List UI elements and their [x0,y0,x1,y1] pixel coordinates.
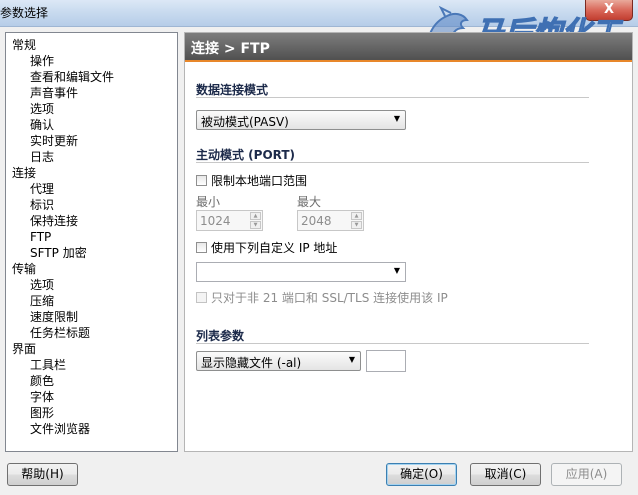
spinner-buttons[interactable]: ▲ ▼ [351,212,362,229]
data-mode-value: 被动模式(PASV) [201,115,289,129]
cancel-button[interactable]: 取消(C) [470,463,541,486]
ok-button[interactable]: 确定(O) [386,463,457,486]
spin-down-icon[interactable]: ▼ [351,221,362,229]
spin-down-icon[interactable]: ▼ [250,221,261,229]
min-port-label: 最小 [196,195,221,209]
tree-item-sound-events[interactable]: 声音事件 [30,85,78,101]
checkbox-box[interactable] [196,175,207,186]
min-port-value: 1024 [200,214,231,228]
list-params-value: 显示隐藏文件 (-al) [201,356,302,370]
active-mode-heading: 主动模式 (PORT) [196,148,296,162]
tree-item-identity[interactable]: 标识 [30,197,54,213]
chevron-down-icon: ▼ [393,114,400,123]
chevron-down-icon: ▼ [348,355,355,364]
tree-item-general-options[interactable]: 选项 [30,101,54,117]
custom-ip-select[interactable]: ▼ [196,262,406,282]
spin-up-icon[interactable]: ▲ [351,212,362,220]
tree-item-proxy[interactable]: 代理 [30,181,54,197]
apply-button[interactable]: 应用(A) [551,463,622,486]
divider [196,343,589,344]
tree-item-confirm[interactable]: 确认 [30,117,54,133]
tree-item-interface[interactable]: 界面 [12,341,36,357]
list-params-heading: 列表参数 [196,329,245,343]
close-button[interactable]: X [585,0,633,21]
checkbox-box[interactable] [196,242,207,253]
tree-item-keepalive[interactable]: 保持连接 [30,213,78,229]
title-bar: 参数选择 X [0,0,638,27]
list-params-select[interactable]: 显示隐藏文件 (-al) ▼ [196,351,361,371]
min-port-spinner[interactable]: 1024 ▲ ▼ [196,210,263,231]
tree-item-transfer[interactable]: 传输 [12,261,36,277]
data-mode-heading: 数据连接模式 [196,83,269,97]
tree-item-graphics[interactable]: 图形 [30,405,54,421]
tree-item-colors[interactable]: 颜色 [30,373,54,389]
tree-item-general[interactable]: 常规 [12,37,36,53]
tree-item-log[interactable]: 日志 [30,149,54,165]
checkbox-box[interactable] [196,292,207,303]
list-params-input[interactable] [366,350,406,372]
divider [196,97,589,98]
custom-ip-label: 使用下列自定义 IP 地址 [211,241,338,255]
max-port-value: 2048 [301,214,332,228]
help-button[interactable]: 帮助(H) [7,463,78,486]
limit-ports-label: 限制本地端口范围 [211,174,308,188]
tree-item-live-update[interactable]: 实时更新 [30,133,78,149]
page-title: 连接 > FTP [191,41,270,57]
panel-header: 连接 > FTP [185,33,632,62]
settings-panel: 连接 > FTP 数据连接模式 被动模式(PASV) ▼ 主动模式 (PORT)… [184,32,633,452]
spinner-buttons[interactable]: ▲ ▼ [250,212,261,229]
tree-item-fonts[interactable]: 字体 [30,389,54,405]
tree-item-taskbar-title[interactable]: 任务栏标题 [30,325,90,341]
max-port-spinner[interactable]: 2048 ▲ ▼ [297,210,364,231]
tree-item-file-browser[interactable]: 文件浏览器 [30,421,90,437]
spin-up-icon[interactable]: ▲ [250,212,261,220]
tree-item-operations[interactable]: 操作 [30,53,54,69]
data-mode-select[interactable]: 被动模式(PASV) ▼ [196,110,406,130]
max-port-label: 最大 [297,195,322,209]
chevron-down-icon: ▼ [393,266,400,275]
divider [196,162,589,163]
tree-item-compression[interactable]: 压缩 [30,293,54,309]
settings-tree[interactable]: 常规 操作 查看和编辑文件 声音事件 选项 确认 实时更新 日志 连接 代理 标… [5,32,178,452]
tree-item-ftp[interactable]: FTP [30,229,51,245]
non21-only-label: 只对于非 21 端口和 SSL/TLS 连接使用该 IP [211,291,448,305]
tree-item-sftp-encryption[interactable]: SFTP 加密 [30,245,87,261]
tree-item-transfer-options[interactable]: 选项 [30,277,54,293]
tree-item-toolbar[interactable]: 工具栏 [30,357,66,373]
tree-item-view-edit-files[interactable]: 查看和编辑文件 [30,69,114,85]
tree-item-connection[interactable]: 连接 [12,165,36,181]
tree-item-speed-limit[interactable]: 速度限制 [30,309,78,325]
window-title: 参数选择 [0,6,49,20]
